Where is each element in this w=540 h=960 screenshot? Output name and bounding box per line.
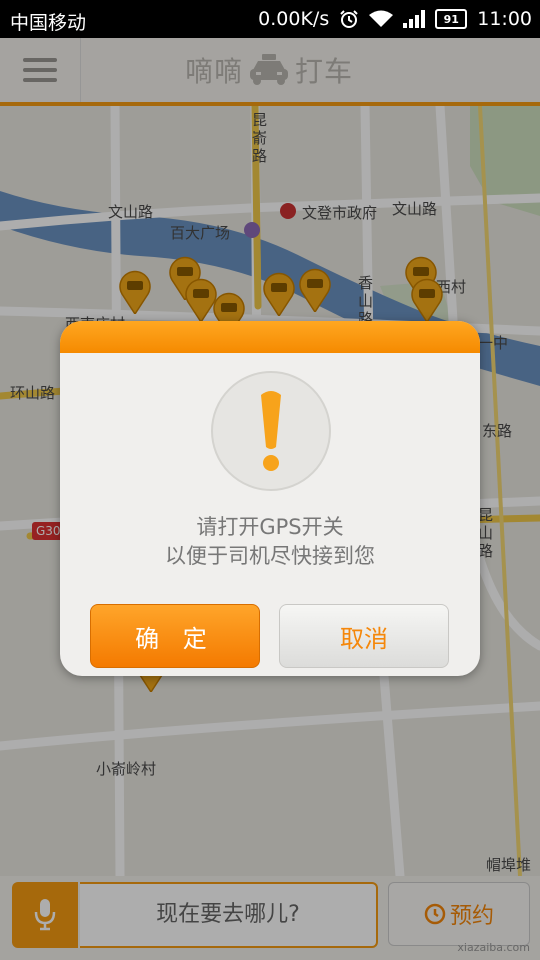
cancel-button[interactable]: 取消 (279, 604, 449, 668)
clock: 11:00 (477, 8, 532, 30)
battery-icon: 91 (435, 9, 468, 29)
warning-icon (211, 371, 331, 491)
status-bar: 中国移动 0.00K/s 91 11:00 (0, 0, 540, 38)
network-speed: 0.00K/s (258, 8, 330, 30)
wifi-icon (369, 10, 394, 28)
gps-dialog: 请打开GPS开关 以便于司机尽快接到您 确 定 取消 (60, 321, 480, 676)
dialog-message: 请打开GPS开关 以便于司机尽快接到您 (60, 513, 480, 571)
dialog-message-line2: 以便于司机尽快接到您 (165, 544, 375, 568)
carrier-name: 中国移动 (10, 12, 87, 34)
confirm-button[interactable]: 确 定 (90, 604, 260, 668)
signal-icon (403, 10, 426, 28)
dialog-header-bar (60, 321, 480, 353)
dialog-message-line1: 请打开GPS开关 (196, 515, 344, 539)
alarm-icon (339, 9, 359, 29)
